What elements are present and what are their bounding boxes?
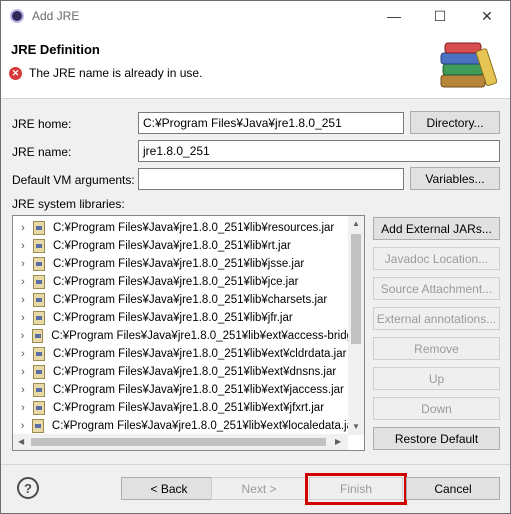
jar-icon xyxy=(33,221,45,235)
source-attachment-button[interactable]: Source Attachment... xyxy=(373,277,500,300)
list-item[interactable]: › C:¥Program Files¥Java¥jre1.8.0_251¥lib¥… xyxy=(13,273,353,291)
restore-default-button[interactable]: Restore Default xyxy=(373,427,500,450)
chevron-right-icon[interactable]: › xyxy=(13,294,33,306)
title-bar: Add JRE — ☐ ✕ xyxy=(1,1,510,31)
scroll-right-arrow-icon[interactable]: ▶ xyxy=(335,437,341,446)
vertical-scroll-thumb[interactable] xyxy=(351,234,361,344)
system-libraries-list[interactable]: › C:¥Program Files¥Java¥jre1.8.0_251¥lib¥… xyxy=(12,215,365,451)
down-button[interactable]: Down xyxy=(373,397,500,420)
list-item[interactable]: › C:¥Program Files¥Java¥jre1.8.0_251¥lib¥… xyxy=(13,255,353,273)
scroll-down-arrow-icon[interactable]: ▼ xyxy=(352,422,360,431)
error-icon: ✕ xyxy=(9,67,22,80)
chevron-right-icon[interactable]: › xyxy=(13,312,33,324)
vertical-scrollbar[interactable]: ▲ ▼ xyxy=(348,216,364,435)
directory-button[interactable]: Directory... xyxy=(410,111,500,134)
chevron-right-icon[interactable]: › xyxy=(13,348,33,360)
close-button[interactable]: ✕ xyxy=(464,1,510,31)
window-title: Add JRE xyxy=(32,9,80,23)
list-item[interactable]: › C:¥Program Files¥Java¥jre1.8.0_251¥lib¥… xyxy=(13,381,353,399)
list-item[interactable]: › C:¥Program Files¥Java¥jre1.8.0_251¥lib¥… xyxy=(13,345,353,363)
footer-separator xyxy=(1,464,510,465)
finish-highlight-box xyxy=(305,473,407,505)
javadoc-location-button[interactable]: Javadoc Location... xyxy=(373,247,500,270)
add-external-jars-button[interactable]: Add External JARs... xyxy=(373,217,500,240)
jar-icon xyxy=(33,401,45,415)
vm-args-input[interactable] xyxy=(138,168,404,190)
vm-args-label: Default VM arguments: xyxy=(12,173,135,187)
chevron-right-icon[interactable]: › xyxy=(13,330,32,342)
jar-icon xyxy=(33,383,45,397)
list-item[interactable]: › C:¥Program Files¥Java¥jre1.8.0_251¥lib¥… xyxy=(13,327,353,345)
external-annotations-button[interactable]: External annotations... xyxy=(373,307,500,330)
chevron-right-icon[interactable]: › xyxy=(13,384,33,396)
jre-home-input[interactable]: C:¥Program Files¥Java¥jre1.8.0_251 xyxy=(138,112,404,134)
jar-icon xyxy=(33,275,45,289)
jar-icon xyxy=(31,329,44,343)
horizontal-scrollbar[interactable]: ◀ ▶ xyxy=(13,434,348,450)
list-item[interactable]: › C:¥Program Files¥Java¥jre1.8.0_251¥lib¥… xyxy=(13,291,353,309)
jar-icon xyxy=(33,239,45,253)
jar-icon xyxy=(33,293,45,307)
list-item[interactable]: › C:¥Program Files¥Java¥jre1.8.0_251¥lib¥… xyxy=(13,237,353,255)
chevron-right-icon[interactable]: › xyxy=(13,276,33,288)
horizontal-scroll-thumb[interactable] xyxy=(31,438,326,446)
list-item[interactable]: › C:¥Program Files¥Java¥jre1.8.0_251¥lib¥… xyxy=(13,219,353,237)
list-item[interactable]: › C:¥Program Files¥Java¥jre1.8.0_251¥lib¥… xyxy=(13,399,353,417)
jar-icon xyxy=(33,257,45,271)
chevron-right-icon[interactable]: › xyxy=(13,402,33,414)
list-item[interactable]: › C:¥Program Files¥Java¥jre1.8.0_251¥lib¥… xyxy=(13,363,353,381)
remove-button[interactable]: Remove xyxy=(373,337,500,360)
jar-icon xyxy=(33,365,45,379)
cancel-button[interactable]: Cancel xyxy=(406,477,500,500)
list-item[interactable]: › C:¥Program Files¥Java¥jre1.8.0_251¥lib¥… xyxy=(13,417,353,435)
chevron-right-icon[interactable]: › xyxy=(13,240,33,252)
minimize-button[interactable]: — xyxy=(371,1,417,31)
system-libraries-label: JRE system libraries: xyxy=(12,197,125,211)
page-title: JRE Definition xyxy=(11,42,100,57)
add-jre-dialog: Add JRE — ☐ ✕ JRE Definition ✕ The JRE n… xyxy=(0,0,511,514)
list-item[interactable]: › C:¥Program Files¥Java¥jre1.8.0_251¥lib¥… xyxy=(13,309,353,327)
books-icon xyxy=(440,42,497,88)
jar-icon xyxy=(33,311,45,325)
next-button[interactable]: Next > xyxy=(211,477,307,500)
header-banner: JRE Definition ✕ The JRE name is already… xyxy=(1,31,510,99)
scroll-up-arrow-icon[interactable]: ▲ xyxy=(352,219,360,228)
scroll-left-arrow-icon[interactable]: ◀ xyxy=(18,437,24,446)
jre-name-label: JRE name: xyxy=(12,145,72,159)
eclipse-app-icon xyxy=(10,9,24,23)
chevron-right-icon[interactable]: › xyxy=(13,420,32,432)
error-message: The JRE name is already in use. xyxy=(29,66,203,80)
jre-name-input[interactable]: jre1.8.0_251 xyxy=(138,140,500,162)
jar-icon xyxy=(33,347,45,361)
jar-icon xyxy=(32,419,44,433)
back-button[interactable]: < Back xyxy=(121,477,217,500)
jre-home-label: JRE home: xyxy=(12,117,72,131)
chevron-right-icon[interactable]: › xyxy=(13,258,33,270)
maximize-button[interactable]: ☐ xyxy=(417,1,463,31)
help-icon[interactable]: ? xyxy=(17,477,39,499)
chevron-right-icon[interactable]: › xyxy=(13,222,33,234)
chevron-right-icon[interactable]: › xyxy=(13,366,33,378)
up-button[interactable]: Up xyxy=(373,367,500,390)
variables-button[interactable]: Variables... xyxy=(410,167,500,190)
